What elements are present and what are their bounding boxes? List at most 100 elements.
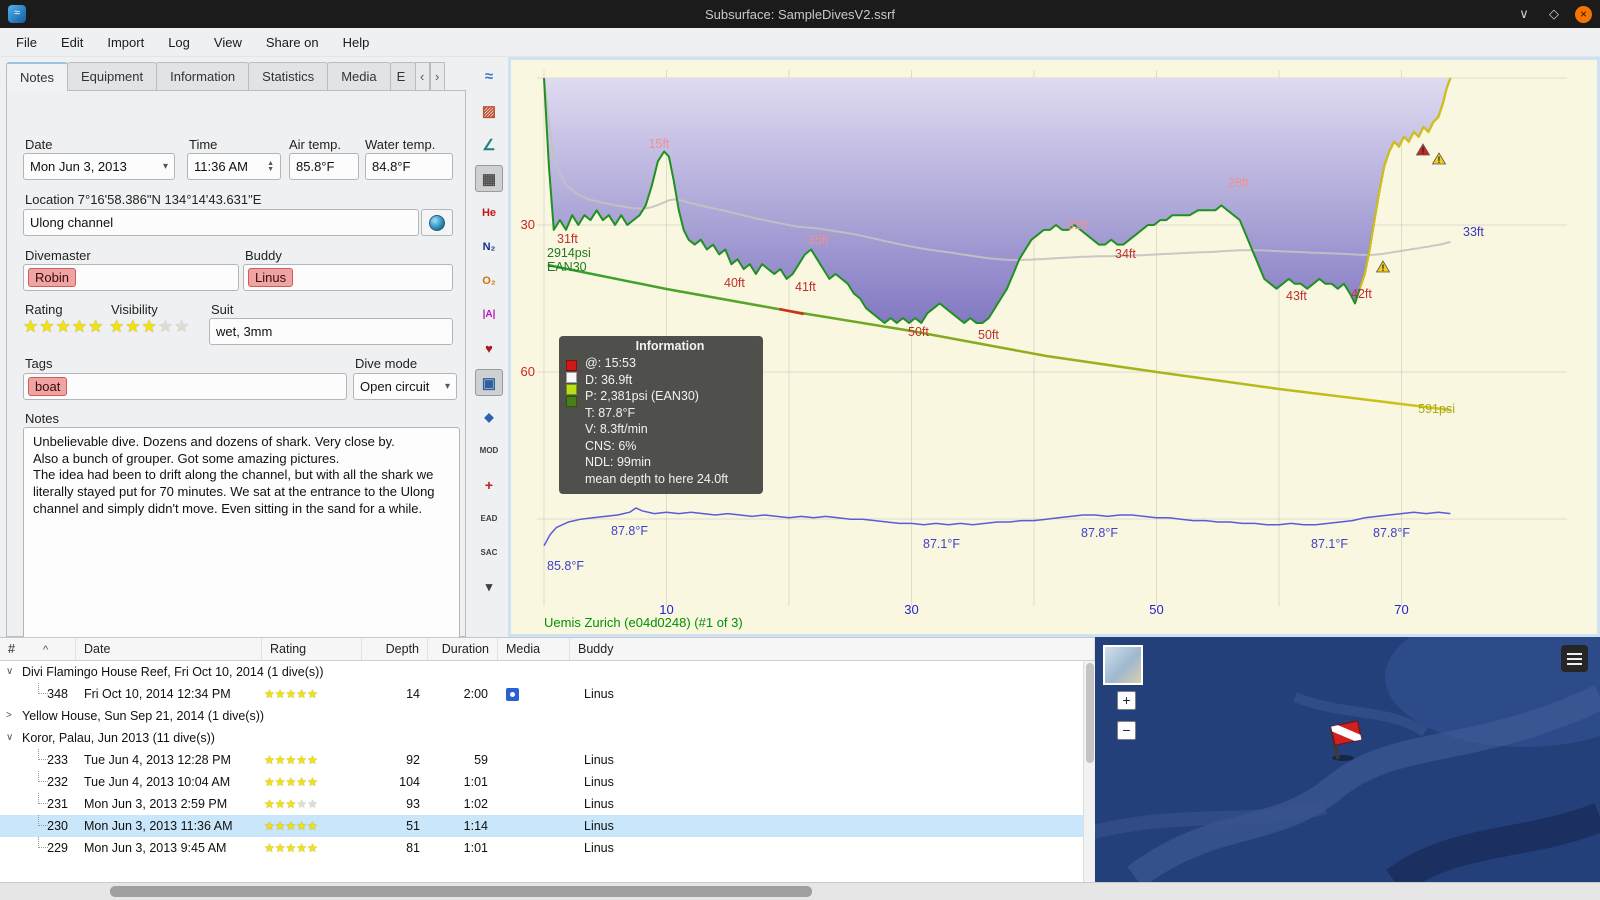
menu-share-on[interactable]: Share on	[254, 28, 331, 57]
map-panel[interactable]: + −	[1095, 637, 1600, 882]
close-button-icon[interactable]: ×	[1575, 5, 1592, 23]
tree-connector	[38, 793, 48, 804]
dive-row[interactable]: 233 Tue Jun 4, 2013 12:28 PM ★★★★★ 92 59 Linu…	[0, 749, 1095, 771]
star-icon: ★	[71, 317, 88, 336]
tab-equipment[interactable]: Equipment	[66, 62, 158, 91]
date-select[interactable]: Mon Jun 3, 2013 ▾	[23, 153, 175, 180]
dive-duration: 2:00	[463, 687, 488, 701]
minimize-button-icon[interactable]: ∨	[1515, 6, 1533, 22]
buddy-token[interactable]: Linus	[248, 268, 294, 287]
trip-row[interactable]: > Yellow House, Sun Sep 21, 2014 (1 dive(…	[0, 705, 1095, 727]
spinner-arrows-icon[interactable]: ▲ ▼	[267, 160, 274, 173]
map-zoom-out-button[interactable]: −	[1117, 721, 1136, 740]
tags-field[interactable]: boat	[23, 373, 347, 400]
column-header-depth[interactable]: Depth	[362, 638, 428, 660]
toolbar-ambient-pressure-icon[interactable]: |A|	[475, 301, 503, 328]
toolbar-sac-icon[interactable]: SAC	[475, 539, 503, 566]
tag-token[interactable]: boat	[28, 377, 68, 396]
dive-profile-chart[interactable]: 15ft 31ft 2914psi EAN30 40ft 41ft 35ft 50ft 50ft…	[511, 60, 1597, 634]
toolbar-pp-n2-icon[interactable]: N₂	[475, 233, 503, 260]
star-icon: ★	[285, 753, 297, 767]
map-globe-button[interactable]	[421, 209, 453, 236]
tab-media[interactable]: Media	[327, 62, 391, 91]
dive-row[interactable]: 229 Mon Jun 3, 2013 9:45 AM ★★★★★ 81 1:01 Lin…	[0, 837, 1095, 859]
divemaster-field[interactable]: Robin	[23, 264, 239, 291]
tab-statistics[interactable]: Statistics	[248, 62, 329, 91]
menu-file[interactable]: File	[4, 28, 49, 57]
toolbar-deco-info-icon[interactable]: +	[475, 471, 503, 498]
trip-row[interactable]: ∨ Koror, Palau, Jun 2013 (11 dive(s))	[0, 727, 1095, 749]
suit-field[interactable]	[209, 318, 453, 345]
menu-view[interactable]: View	[202, 28, 254, 57]
dive-site-flag-icon[interactable]	[1323, 717, 1369, 763]
star-icon: ★	[264, 841, 275, 855]
tab-e[interactable]: E	[389, 62, 416, 91]
chevron-expanded-icon[interactable]: ∨	[6, 661, 13, 683]
dive-list-scrollbar[interactable]	[1083, 661, 1095, 882]
scrollbar-thumb[interactable]	[110, 886, 812, 897]
chevron-collapsed-icon[interactable]: >	[6, 705, 12, 727]
svg-text:35ft: 35ft	[808, 233, 829, 247]
toolbar-dc-ceiling-icon[interactable]: ≈	[475, 63, 503, 90]
maximize-button-icon[interactable]: ◇	[1545, 6, 1563, 22]
menu-help[interactable]: Help	[331, 28, 382, 57]
menu-edit[interactable]: Edit	[49, 28, 95, 57]
notes-textarea[interactable]: Unbelievable dive. Dozens and dozens of …	[23, 427, 460, 655]
toolbar-scroll-down-icon[interactable]: ▾	[475, 573, 503, 600]
toolbar-pp-he-icon[interactable]: He	[475, 199, 503, 226]
svg-text:87.1°F: 87.1°F	[923, 537, 960, 551]
column-header-date[interactable]: Date	[76, 638, 262, 660]
rating-stars[interactable]: ★★★★★	[23, 317, 104, 337]
tab-scroll-left-icon[interactable]: ‹	[414, 62, 430, 91]
map-zoom-in-button[interactable]: +	[1117, 691, 1136, 710]
toolbar-tissues-icon[interactable]: ◆	[475, 403, 503, 430]
toolbar-photos-icon[interactable]: ▣	[475, 369, 503, 396]
column-header-rating[interactable]: Rating	[262, 638, 362, 660]
air-temp-field[interactable]	[289, 153, 359, 180]
dive-rating-stars: ★★★★★	[262, 815, 362, 837]
dive-profile-panel: 15ft 31ft 2914psi EAN30 40ft 41ft 35ft 50ft 50ft…	[508, 57, 1600, 637]
toolbar-calc-ceiling-icon[interactable]: ▨	[475, 97, 503, 124]
event-color-swatch	[566, 396, 577, 407]
toolbar-ruler-icon[interactable]: ∠	[475, 131, 503, 158]
column-header-num[interactable]: # ^	[0, 638, 76, 660]
dive-date: Mon Jun 3, 2013 11:36 AM	[84, 819, 233, 833]
dive-row[interactable]: 348 Fri Oct 10, 2014 12:34 PM ★★★★★ 14 2:00 L…	[0, 683, 1095, 705]
location-field[interactable]	[23, 209, 419, 236]
dive-duration: 1:14	[463, 819, 488, 833]
dive-row[interactable]: 231 Mon Jun 3, 2013 2:59 PM ★★★★★ 93 1:02 Lin…	[0, 793, 1095, 815]
scrollbar-thumb[interactable]	[1086, 663, 1094, 763]
visibility-stars[interactable]: ★★★★★	[109, 317, 190, 337]
time-spinner[interactable]: 11:36 AM ▲ ▼	[187, 153, 281, 180]
column-header-media[interactable]: Media	[498, 638, 570, 660]
dive-date: Tue Jun 4, 2013 12:28 PM	[84, 753, 231, 767]
toolbar-heart-rate-icon[interactable]: ♥	[475, 335, 503, 362]
media-photo-icon[interactable]	[506, 687, 519, 701]
minimap-thumbnail[interactable]	[1103, 645, 1143, 685]
trip-row[interactable]: ∨ Divi Flamingo House Reef, Fri Oct 10, 2…	[0, 661, 1095, 683]
chevron-expanded-icon[interactable]: ∨	[6, 727, 13, 749]
dive-row[interactable]: 232 Tue Jun 4, 2013 10:04 AM ★★★★★ 104 1:01 L…	[0, 771, 1095, 793]
horizontal-scrollbar[interactable]	[0, 882, 1600, 900]
dive-depth: 92	[406, 753, 420, 767]
tab-information[interactable]: Information	[156, 62, 250, 91]
water-temp-field[interactable]	[365, 153, 453, 180]
buddy-field[interactable]: Linus	[243, 264, 453, 291]
toolbar-mod-icon[interactable]: MOD	[475, 437, 503, 464]
map-menu-button[interactable]	[1561, 645, 1588, 672]
time-label: Time	[189, 137, 218, 152]
toolbar-ead-icon[interactable]: EAD	[475, 505, 503, 532]
tab-notes[interactable]: Notes	[6, 62, 68, 91]
tab-scroll-right-icon[interactable]: ›	[429, 62, 445, 91]
divemaster-token[interactable]: Robin	[28, 268, 76, 287]
event-color-swatch	[566, 372, 577, 383]
column-header-buddy[interactable]: Buddy	[570, 638, 1095, 660]
dive-mode-select[interactable]: Open circuit ▾	[353, 373, 457, 400]
toolbar-scale-icon[interactable]: ▦	[475, 165, 503, 192]
dive-row[interactable]: 230 Mon Jun 3, 2013 11:36 AM ★★★★★ 51 1:14 Li…	[0, 815, 1095, 837]
svg-text:87.8°F: 87.8°F	[611, 524, 648, 538]
menu-import[interactable]: Import	[95, 28, 156, 57]
column-header-duration[interactable]: Duration	[428, 638, 498, 660]
toolbar-pp-o2-icon[interactable]: O₂	[475, 267, 503, 294]
menu-log[interactable]: Log	[156, 28, 202, 57]
